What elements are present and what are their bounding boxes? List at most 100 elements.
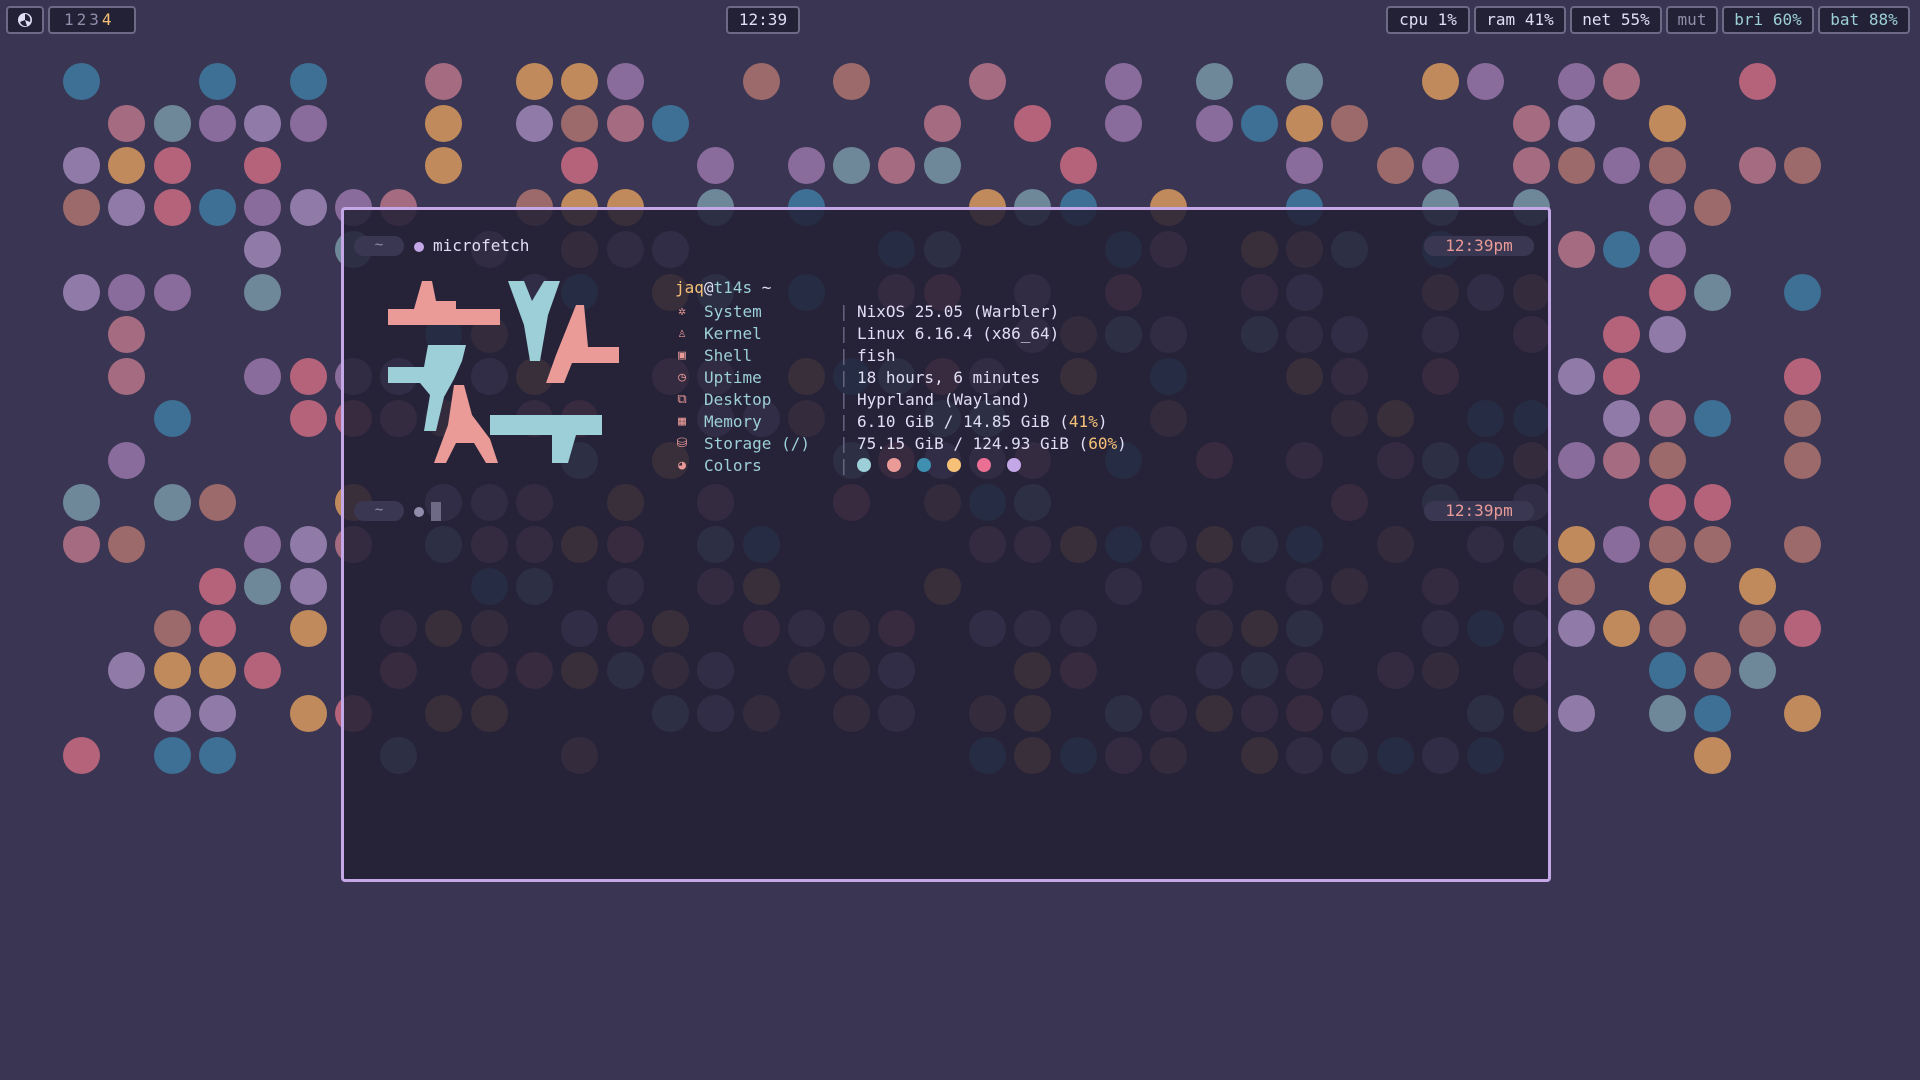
wallpaper-dot [425, 63, 463, 100]
wallpaper-dot [561, 63, 599, 100]
wallpaper-dot [923, 147, 961, 185]
info-label: System [704, 302, 762, 321]
status-module[interactable]: cpu 1% [1386, 6, 1470, 34]
bar-clock[interactable]: 12:39 [726, 6, 800, 34]
wallpaper-dot [1648, 147, 1686, 185]
wallpaper-dot [923, 105, 961, 143]
workspace-1[interactable]: 1 [64, 10, 74, 29]
wallpaper-dot [1648, 526, 1686, 564]
wallpaper-dot [244, 526, 282, 564]
info-value [857, 455, 1037, 477]
status-module[interactable]: ram 41% [1474, 6, 1566, 34]
wallpaper-dot [153, 736, 191, 774]
wallpaper-dot [1557, 63, 1595, 100]
wallpaper-dot [1557, 526, 1595, 564]
wallpaper-dot [244, 273, 282, 311]
wallpaper-dot [198, 484, 236, 521]
wallpaper-dot [153, 399, 191, 437]
wallpaper-dot [1784, 357, 1822, 395]
wallpaper-dot [1648, 399, 1686, 437]
wallpaper-dot [742, 63, 780, 100]
wallpaper-dot [1557, 231, 1595, 269]
workspace-2[interactable]: 2 [77, 10, 87, 29]
wallpaper-dot [153, 189, 191, 227]
wallpaper-dot [787, 147, 825, 185]
wallpaper-dot [108, 526, 146, 564]
wallpaper-dot [289, 105, 327, 143]
info-separator: | [839, 346, 849, 365]
status-module[interactable]: bat 88% [1818, 6, 1910, 34]
info-label: Desktop [704, 390, 772, 409]
wallpaper-dot [1195, 105, 1233, 143]
wallpaper-dot [1693, 484, 1731, 521]
wallpaper-dot [289, 357, 327, 395]
info-separator: | [839, 390, 849, 409]
wallpaper-dot [425, 105, 463, 143]
info-label: Memory [704, 412, 762, 431]
wallpaper-dot [1784, 441, 1822, 479]
prompt-line-2: ~ 12:39pm [354, 499, 1534, 521]
wallpaper-dot [289, 526, 327, 564]
status-module[interactable]: bri 60% [1722, 6, 1814, 34]
wallpaper-dot [108, 652, 146, 690]
wallpaper-dot [289, 694, 327, 732]
user-host-line: jaq@t14s ~ [675, 278, 771, 297]
wallpaper-dot [1784, 147, 1822, 185]
wallpaper-dot [108, 147, 146, 185]
color-swatch [917, 458, 931, 472]
wallpaper-dot [108, 105, 146, 143]
wallpaper-dot [651, 105, 689, 143]
wallpaper-dot [1195, 63, 1233, 100]
wallpaper-dot [63, 63, 100, 100]
workspace-3[interactable]: 3 [89, 10, 99, 29]
wallpaper-dot [198, 736, 236, 774]
info-label: Storage (/) [704, 434, 810, 453]
wallpaper-dot [1331, 105, 1369, 143]
color-swatch [977, 458, 991, 472]
terminal-icon: ▣ [678, 348, 686, 363]
wallpaper-dot [1104, 63, 1142, 100]
wallpaper-dot [1467, 63, 1505, 100]
status-module[interactable]: mut [1666, 6, 1718, 34]
wallpaper-dot [1014, 105, 1052, 143]
color-swatch [887, 458, 901, 472]
info-value: NixOS 25.05 (Warbler) [857, 302, 1060, 321]
wallpaper-dot [1648, 652, 1686, 690]
workspace-switcher[interactable]: 1234 [48, 6, 136, 34]
cpu-chip-icon: ▦ [678, 414, 686, 429]
prompt-time: 12:39pm [1424, 236, 1534, 256]
terminal-window[interactable]: ~ microfetch 12:39pm jaq@t14s ~ ✲ System |… [341, 207, 1551, 882]
nixos-logo-button[interactable] [6, 6, 44, 34]
wallpaper-dot [198, 652, 236, 690]
wallpaper-dot [1603, 147, 1641, 185]
wallpaper-dot [244, 147, 282, 185]
username: jaq [675, 278, 704, 297]
wallpaper-dot [1693, 736, 1731, 774]
linux-icon: ♙ [678, 326, 686, 341]
wallpaper-dot [1557, 441, 1595, 479]
nixos-ascii-logo [388, 281, 619, 463]
wallpaper-dot [1739, 610, 1777, 648]
wallpaper-dot [1557, 610, 1595, 648]
wallpaper-dot [1739, 568, 1777, 606]
wallpaper-dot [1648, 315, 1686, 353]
wallpaper-dot [516, 63, 553, 100]
wallpaper-dot [1784, 610, 1822, 648]
wallpaper-dot [1648, 441, 1686, 479]
wallpaper-dot [289, 63, 327, 100]
wallpaper-dot [1286, 105, 1324, 143]
workspace-4-active[interactable]: 4 [102, 10, 112, 29]
wallpaper-dot [289, 399, 327, 437]
text-cursor[interactable] [431, 502, 441, 521]
wallpaper-dot [1603, 231, 1641, 269]
wallpaper-dot [153, 105, 191, 143]
status-module[interactable]: net 55% [1570, 6, 1662, 34]
wallpaper-dot [1693, 694, 1731, 732]
command-text: microfetch [433, 236, 530, 255]
nixos-icon: ✲ [678, 304, 686, 319]
info-value: 75.15 GiB / 124.93 GiB (60%) [857, 434, 1127, 453]
wallpaper-dot [697, 147, 735, 185]
info-separator: | [839, 456, 849, 475]
wallpaper-dot [63, 484, 100, 521]
info-value: 18 hours, 6 minutes [857, 368, 1041, 387]
